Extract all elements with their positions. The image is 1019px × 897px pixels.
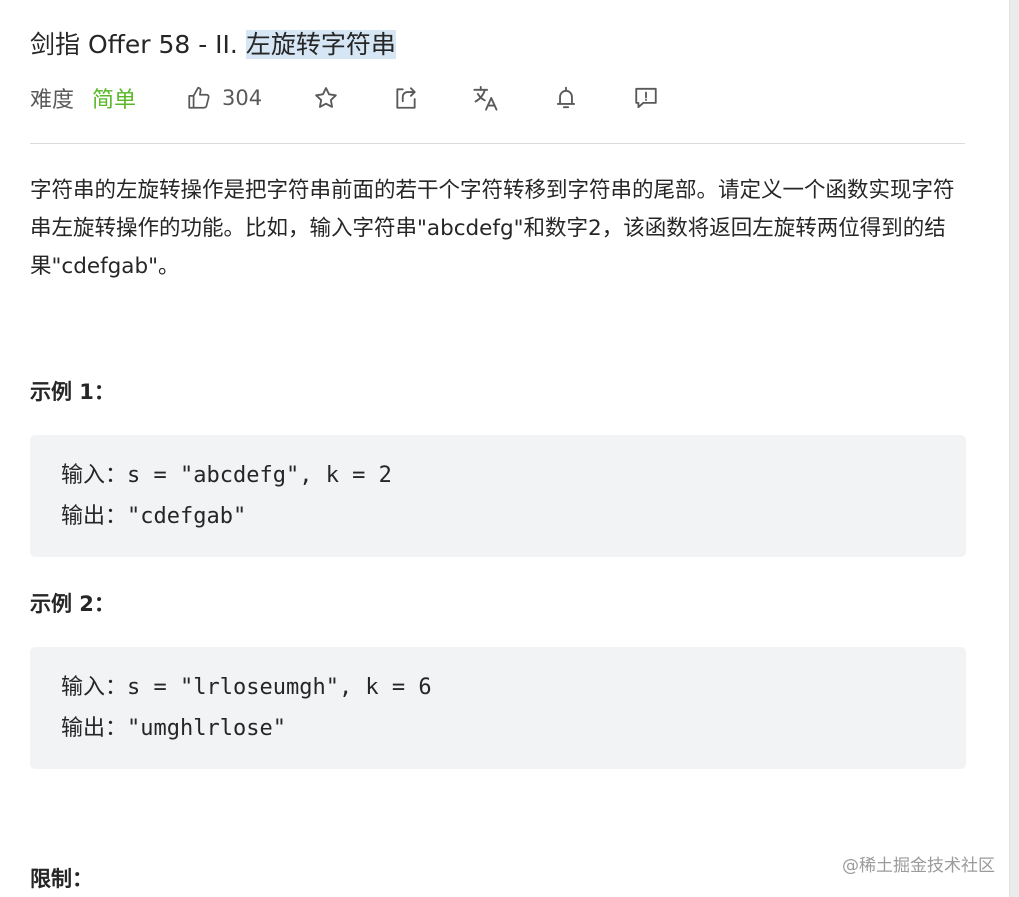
divider	[30, 143, 965, 144]
subscribe-button[interactable]	[552, 84, 580, 112]
like-count: 304	[222, 86, 263, 110]
problem-toolbar: 难度 简单 304	[30, 78, 712, 118]
thumbs-up-icon	[186, 85, 212, 111]
example-2-heading: 示例 2：	[30, 592, 115, 616]
watermark: @稀土掘金技术社区	[842, 856, 995, 876]
like-button[interactable]: 304	[186, 85, 262, 111]
constraints-heading: 限制：	[30, 867, 93, 891]
example-1-input: 输入：s = "abcdefg", k = 2	[61, 455, 936, 496]
problem-page: 剑指 Offer 58 - II. 左旋转字符串 难度 简单 304 字符串的左…	[0, 0, 1019, 897]
title-highlight: 左旋转字符串	[245, 30, 396, 59]
output-value: "umghlrlose"	[127, 716, 286, 741]
problem-description: 字符串的左旋转操作是把字符串前面的若干个字符转移到字符串的尾部。请定义一个函数实…	[30, 178, 955, 279]
feedback-button[interactable]	[632, 84, 660, 112]
example-1-output: 输出："cdefgab"	[61, 496, 936, 537]
share-icon	[393, 85, 419, 111]
output-label: 输出：	[61, 504, 128, 529]
bell-icon	[553, 85, 579, 111]
difficulty-label: 难度	[30, 88, 75, 113]
example-2-code-block: 输入：s = "lrloseumgh", k = 6 输出："umghlrlos…	[30, 647, 966, 769]
difficulty-badge: 简单	[92, 88, 137, 113]
translate-button[interactable]	[472, 84, 500, 112]
example-1-code-block: 输入：s = "abcdefg", k = 2 输出："cdefgab"	[30, 435, 966, 557]
example-2-output: 输出："umghlrlose"	[61, 708, 936, 749]
example-1-heading: 示例 1：	[30, 380, 115, 404]
output-value: "cdefgab"	[127, 504, 247, 529]
input-label: 输入：	[61, 463, 128, 488]
share-button[interactable]	[392, 84, 420, 112]
input-label: 输入：	[61, 675, 128, 700]
page-scrollbar[interactable]	[1009, 0, 1019, 897]
translate-icon	[472, 84, 500, 112]
star-icon	[313, 85, 339, 111]
input-value: s = "lrloseumgh", k = 6	[127, 675, 432, 700]
feedback-icon	[633, 85, 659, 111]
problem-title: 剑指 Offer 58 - II. 左旋转字符串	[30, 26, 396, 64]
scrollbar-rail	[1009, 0, 1010, 897]
output-label: 输出：	[61, 716, 128, 741]
input-value: s = "abcdefg", k = 2	[127, 463, 392, 488]
title-prefix: 剑指 Offer 58 - II.	[30, 30, 246, 59]
example-2-input: 输入：s = "lrloseumgh", k = 6	[61, 667, 936, 708]
favorite-button[interactable]	[312, 84, 340, 112]
